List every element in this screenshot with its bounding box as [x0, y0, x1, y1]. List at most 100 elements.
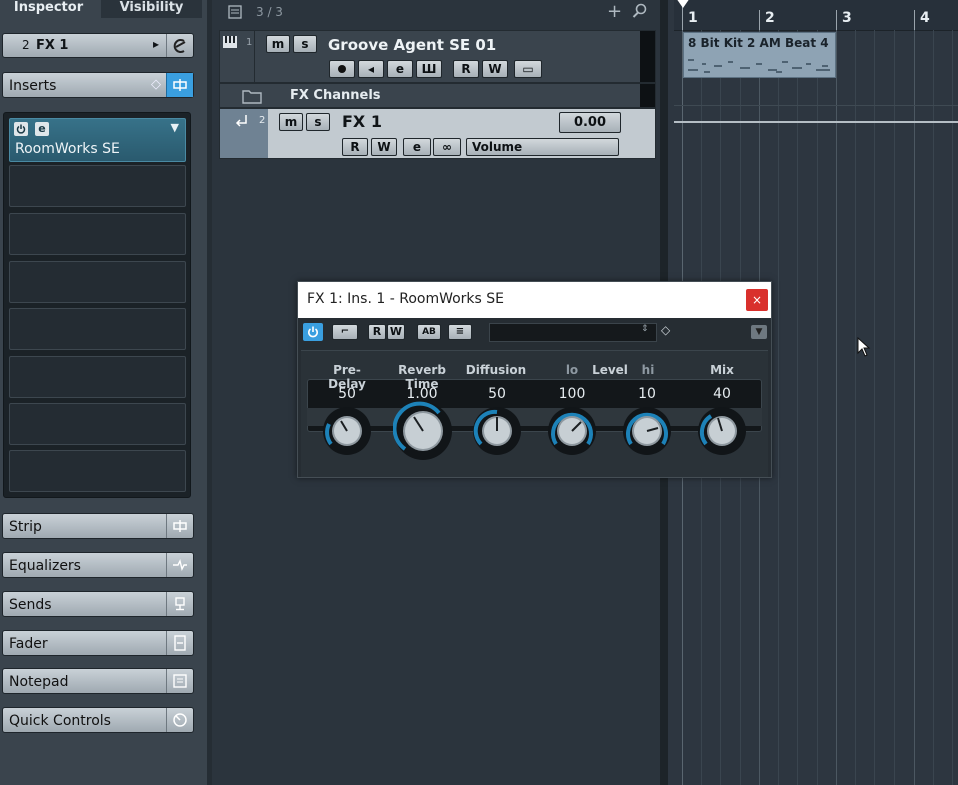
diffusion-value[interactable]: 50 [467, 386, 527, 402]
power-icon[interactable] [14, 122, 28, 136]
level-lo-value[interactable]: 100 [542, 386, 602, 402]
read-button[interactable]: R [368, 324, 386, 340]
read-button[interactable]: R [453, 60, 479, 78]
insert-slot-7[interactable] [9, 403, 186, 445]
track-number: 2 [259, 115, 266, 126]
edit-channel-button[interactable]: e [403, 138, 431, 156]
sends-section[interactable]: Sends [2, 591, 194, 617]
mix-knob[interactable] [697, 406, 747, 456]
track-count: 3 / 3 [256, 5, 283, 19]
reverb-time-knob[interactable] [393, 401, 453, 461]
track-meter [640, 84, 655, 107]
plugin-titlebar[interactable]: FX 1: Ins. 1 - RoomWorks SE × [298, 282, 771, 318]
level-hi-knob[interactable] [622, 406, 672, 456]
volume-value-field[interactable]: 0.00 [559, 112, 621, 133]
lanes-button[interactable]: ▭ [514, 60, 542, 78]
chevron-down-icon[interactable]: ▼ [171, 121, 179, 134]
diffusion-knob[interactable] [472, 406, 522, 456]
insert-slot-5[interactable] [9, 308, 186, 350]
ruler[interactable]: 1 2 3 4 [674, 0, 958, 31]
preset-field[interactable] [489, 323, 657, 342]
reverb-time-value[interactable]: 1.00 [392, 386, 452, 402]
gridline [874, 30, 875, 785]
read-button[interactable]: R [342, 138, 368, 156]
automation-parameter-select[interactable]: Volume [466, 138, 619, 156]
track-list-menu-icon[interactable] [228, 4, 242, 23]
tab-inspector[interactable]: Inspector [0, 0, 97, 18]
eq-icon[interactable] [166, 553, 193, 577]
level-label: Level [592, 363, 628, 377]
track-fx[interactable]: 2 m s FX 1 0.00 R W e ∞ Volume [219, 108, 656, 159]
track-folder-fx[interactable]: FX Channels [219, 83, 656, 108]
strip-icon[interactable] [166, 514, 193, 538]
gridline [952, 30, 953, 785]
insert-name: RoomWorks SE [15, 141, 120, 157]
mix-value[interactable]: 40 [692, 386, 752, 402]
chevron-right-icon[interactable]: ▸ [153, 37, 159, 51]
ab-compare-icon[interactable]: AB [417, 324, 441, 340]
inserts-section[interactable]: Inserts ◇ [2, 72, 194, 98]
channel-selector[interactable]: 2 FX 1 ▸ [2, 33, 194, 58]
pre-delay-knob[interactable] [322, 406, 372, 456]
midi-event[interactable]: 8 Bit Kit 2 AM Beat 4 [683, 32, 836, 78]
section-label: Fader [9, 636, 48, 652]
record-enable-button[interactable] [329, 60, 355, 78]
diffusion-label: Diffusion [465, 363, 527, 377]
section-label: Equalizers [9, 558, 81, 574]
level-lo-knob[interactable] [547, 406, 597, 456]
mute-button[interactable]: m [279, 113, 303, 131]
power-icon[interactable] [303, 323, 323, 341]
plugin-window[interactable]: FX 1: Ins. 1 - RoomWorks SE × ⌐ R W AB ≡… [297, 281, 772, 478]
insert-slot-6[interactable] [9, 356, 186, 398]
quick-controls-section[interactable]: Quick Controls [2, 707, 194, 733]
track-name[interactable]: FX 1 [342, 112, 382, 131]
insert-slot-8[interactable] [9, 450, 186, 492]
track-name[interactable]: Groove Agent SE 01 [328, 36, 496, 54]
sends-icon[interactable] [166, 592, 193, 616]
level-lo-label: lo [565, 363, 579, 377]
edit-channel-icon[interactable] [166, 34, 193, 57]
preset-diamond-icon[interactable]: ◇ [661, 323, 670, 337]
insert-slot-3[interactable] [9, 213, 186, 255]
playhead-marker-icon[interactable] [676, 0, 690, 8]
bypass-icon[interactable]: ⌐ [332, 324, 358, 340]
edit-instrument-button[interactable]: e [387, 60, 413, 78]
preset-updown-icon[interactable]: ⇕ [641, 324, 649, 334]
write-button[interactable]: W [371, 138, 397, 156]
tab-visibility[interactable]: Visibility [101, 0, 202, 18]
chevron-down-icon[interactable]: ▼ [751, 325, 767, 339]
gridline [933, 30, 934, 785]
insert-slot-4[interactable] [9, 261, 186, 303]
notepad-icon[interactable] [166, 669, 193, 693]
ruler-bar-4: 4 [920, 10, 930, 26]
quick-controls-icon[interactable] [166, 708, 193, 732]
pre-delay-value[interactable]: 50 [317, 386, 377, 402]
inserts-toggle-icon[interactable] [166, 73, 193, 97]
fader-section[interactable]: Fader [2, 630, 194, 656]
edit-icon[interactable]: e [35, 122, 49, 136]
write-button[interactable]: W [387, 324, 405, 340]
write-button[interactable]: W [482, 60, 508, 78]
functions-menu-icon[interactable]: ≡ [448, 324, 472, 340]
mute-button[interactable]: m [266, 35, 290, 53]
folder-name[interactable]: FX Channels [290, 88, 381, 103]
link-button[interactable]: ∞ [433, 138, 461, 156]
solo-button[interactable]: s [306, 113, 330, 131]
insert-slot-2[interactable] [9, 165, 186, 207]
equalizers-section[interactable]: Equalizers [2, 552, 194, 578]
ruler-tick [836, 10, 837, 30]
monitor-button[interactable]: ◂ [358, 60, 384, 78]
instrument-keys-button[interactable]: Ш [416, 60, 442, 78]
insert-slot-1[interactable]: e ▼ RoomWorks SE [9, 118, 186, 162]
add-track-icon[interactable]: + [607, 1, 622, 22]
notepad-section[interactable]: Notepad [2, 668, 194, 694]
solo-button[interactable]: s [293, 35, 317, 53]
search-icon[interactable] [632, 3, 648, 23]
close-button[interactable]: × [746, 289, 768, 311]
track-instrument[interactable]: 1 m s Groove Agent SE 01 ◂ e Ш R W ▭ [219, 30, 656, 83]
strip-section[interactable]: Strip [2, 513, 194, 539]
inserts-label: Inserts [9, 78, 57, 94]
level-hi-value[interactable]: 10 [617, 386, 677, 402]
bypass-diamond-icon[interactable]: ◇ [151, 77, 161, 92]
fader-icon[interactable] [166, 631, 193, 655]
